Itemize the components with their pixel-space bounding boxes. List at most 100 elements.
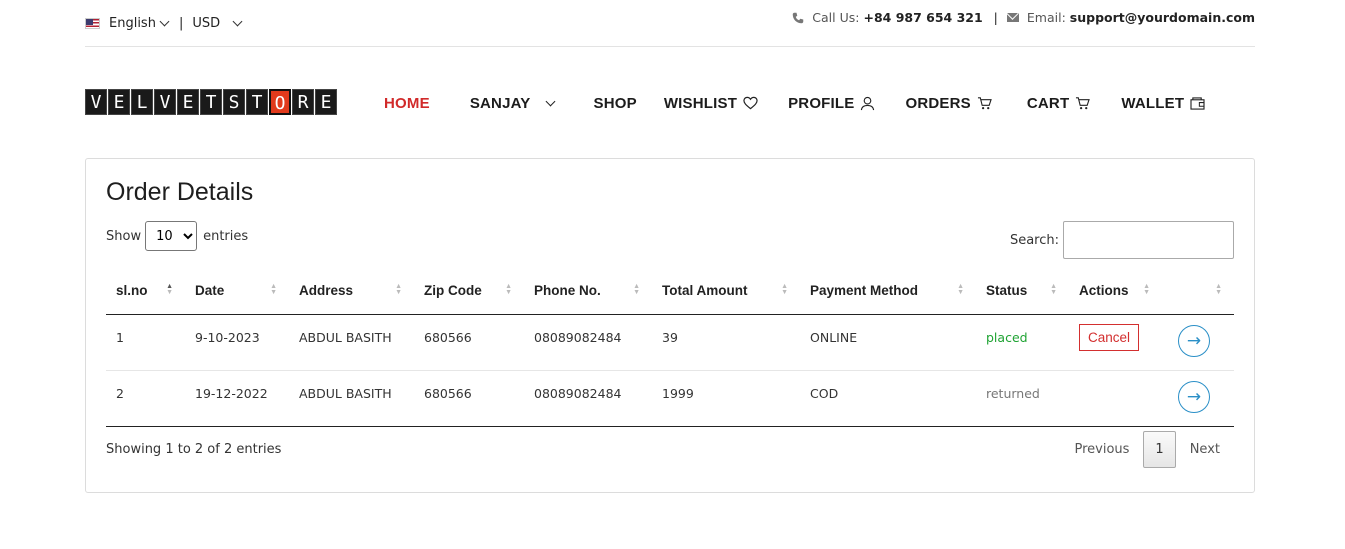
col-header-view[interactable]: ▲ ▼ [1162, 267, 1234, 315]
previous-page-button[interactable]: Previous [1060, 432, 1143, 467]
logo-letter: E [108, 89, 130, 115]
order-details-card: Order Details Show 10 entries Search: sl… [85, 158, 1255, 493]
col-header-phone[interactable]: Phone No. ▲ ▼ [524, 267, 652, 315]
sort-icon: ▲ ▼ [270, 283, 277, 296]
us-flag-icon [85, 18, 100, 29]
call-label: Call Us: [812, 10, 860, 25]
divider: | [178, 16, 184, 31]
search-input[interactable] [1063, 221, 1234, 259]
nav-wishlist-label: WISHLIST [663, 94, 738, 112]
user-icon [861, 96, 875, 110]
view-order-arrow-icon[interactable]: → [1178, 380, 1210, 413]
currency-select[interactable]: USD [192, 16, 243, 31]
cancel-order-button[interactable]: Cancel [1079, 323, 1140, 351]
cell-actions: Cancel [1069, 314, 1162, 371]
envelope-icon [1006, 13, 1019, 22]
col-header-actions[interactable]: Actions ▲ ▼ [1069, 267, 1162, 315]
language-label: English [109, 16, 156, 31]
pagination: Previous 1 Next [1060, 431, 1234, 468]
nav-wallet-label: WALLET [1121, 94, 1185, 112]
sort-icon: ▲ ▼ [781, 283, 788, 296]
nav-orders[interactable]: ORDERS [905, 94, 992, 112]
cell-date: 19-12-2022 [185, 370, 289, 427]
logo-letter: O [269, 89, 291, 115]
table-row: 1 9-10-2023 ABDUL BASITH 680566 08089082… [106, 314, 1234, 371]
nav-profile[interactable]: PROFILE [788, 95, 875, 112]
sort-icon: ▲ ▼ [505, 283, 512, 296]
view-order-arrow-icon[interactable]: → [1178, 324, 1210, 357]
cell-payment: COD [800, 370, 976, 427]
phone-icon [793, 12, 804, 23]
nav-cart-label: CART [1026, 94, 1070, 112]
sort-icon: ▲ ▼ [166, 283, 173, 296]
phone-number[interactable]: +84 987 654 321 [863, 10, 982, 25]
cell-address: ABDUL BASITH [289, 370, 414, 427]
nav-shop[interactable]: SHOP [594, 95, 637, 112]
cell-total: 39 [652, 314, 800, 371]
cell-date: 9-10-2023 [185, 314, 289, 371]
col-header-label: Payment Method [810, 282, 919, 298]
cart-icon [1076, 97, 1091, 110]
email-address[interactable]: support@yourdomain.com [1070, 10, 1255, 25]
page-length-control: Show 10 entries [106, 221, 248, 251]
sort-icon: ▲ ▼ [1215, 283, 1222, 296]
sort-icon: ▲ ▼ [957, 283, 964, 296]
cell-payment: ONLINE [800, 314, 976, 371]
email-label: Email: [1026, 10, 1066, 25]
locale-switcher: English | USD [85, 16, 243, 31]
cell-total: 1999 [652, 370, 800, 427]
col-header-zip[interactable]: Zip Code ▲ ▼ [414, 267, 524, 315]
nav-home[interactable]: HOME [384, 95, 430, 112]
basket-icon [977, 97, 992, 110]
logo-letter: E [315, 89, 337, 115]
language-select[interactable]: English [109, 16, 170, 31]
nav-wallet[interactable]: WALLET [1121, 95, 1205, 112]
page-button-current[interactable]: 1 [1143, 431, 1176, 468]
col-header-label: Date [195, 282, 225, 298]
main-nav: HOME SANJAY SHOP WISHLIST PROFILE ORDERS… [384, 93, 1205, 113]
nav-orders-label: ORDERS [905, 94, 971, 112]
contact-info: Call Us: +84 987 654 321 | Email: suppor… [792, 10, 1255, 25]
cell-zip: 680566 [414, 314, 524, 371]
nav-user-label: SANJAY [469, 94, 531, 112]
cell-phone: 08089082484 [524, 370, 652, 427]
page-title: Order Details [106, 178, 254, 206]
page-length-select[interactable]: 10 [145, 221, 198, 251]
table-search: Search: [1010, 221, 1234, 259]
orders-table: sl.no ▲ ▼ Date ▲ ▼ Address ▲ ▼ Zip Code ▲ ▼ Phon… [106, 267, 1234, 427]
col-header-date[interactable]: Date ▲ ▼ [185, 267, 289, 315]
col-header-label: Status [986, 282, 1028, 298]
next-page-button[interactable]: Next [1176, 432, 1234, 467]
nav-cart[interactable]: CART [1026, 94, 1091, 112]
nav-wishlist[interactable]: WISHLIST [664, 95, 758, 112]
logo-letter: S [223, 89, 245, 115]
col-header-total[interactable]: Total Amount ▲ ▼ [652, 267, 800, 315]
col-header-status[interactable]: Status ▲ ▼ [976, 267, 1069, 315]
status-badge: placed [976, 314, 1069, 371]
sort-icon: ▲ ▼ [1050, 283, 1057, 296]
chevron-down-icon [232, 16, 243, 27]
wallet-icon [1190, 96, 1205, 110]
logo-letter: L [131, 89, 153, 115]
status-badge: returned [976, 370, 1069, 427]
col-header-slno[interactable]: sl.no ▲ ▼ [106, 267, 185, 315]
show-label: Show [106, 228, 142, 244]
search-label: Search: [1009, 232, 1059, 248]
table-info: Showing 1 to 2 of 2 entries [106, 442, 282, 457]
cell-phone: 08089082484 [524, 314, 652, 371]
entries-label: entries [203, 228, 249, 244]
logo-letter: T [246, 89, 268, 115]
col-header-payment[interactable]: Payment Method ▲ ▼ [800, 267, 976, 315]
table-row: 2 19-12-2022 ABDUL BASITH 680566 0808908… [106, 370, 1234, 427]
cell-slno: 2 [106, 370, 185, 427]
chevron-down-icon [159, 16, 170, 27]
logo-letter: R [292, 89, 314, 115]
col-header-label: Total Amount [662, 282, 748, 298]
cell-address: ABDUL BASITH [289, 314, 414, 371]
col-header-label: Actions [1079, 282, 1129, 298]
site-logo[interactable]: VELVETSTORE [85, 89, 338, 115]
col-header-address[interactable]: Address ▲ ▼ [289, 267, 414, 315]
cell-view: → [1162, 314, 1234, 371]
sort-icon: ▲ ▼ [1143, 283, 1150, 296]
nav-user-menu[interactable]: SANJAY [469, 94, 555, 112]
